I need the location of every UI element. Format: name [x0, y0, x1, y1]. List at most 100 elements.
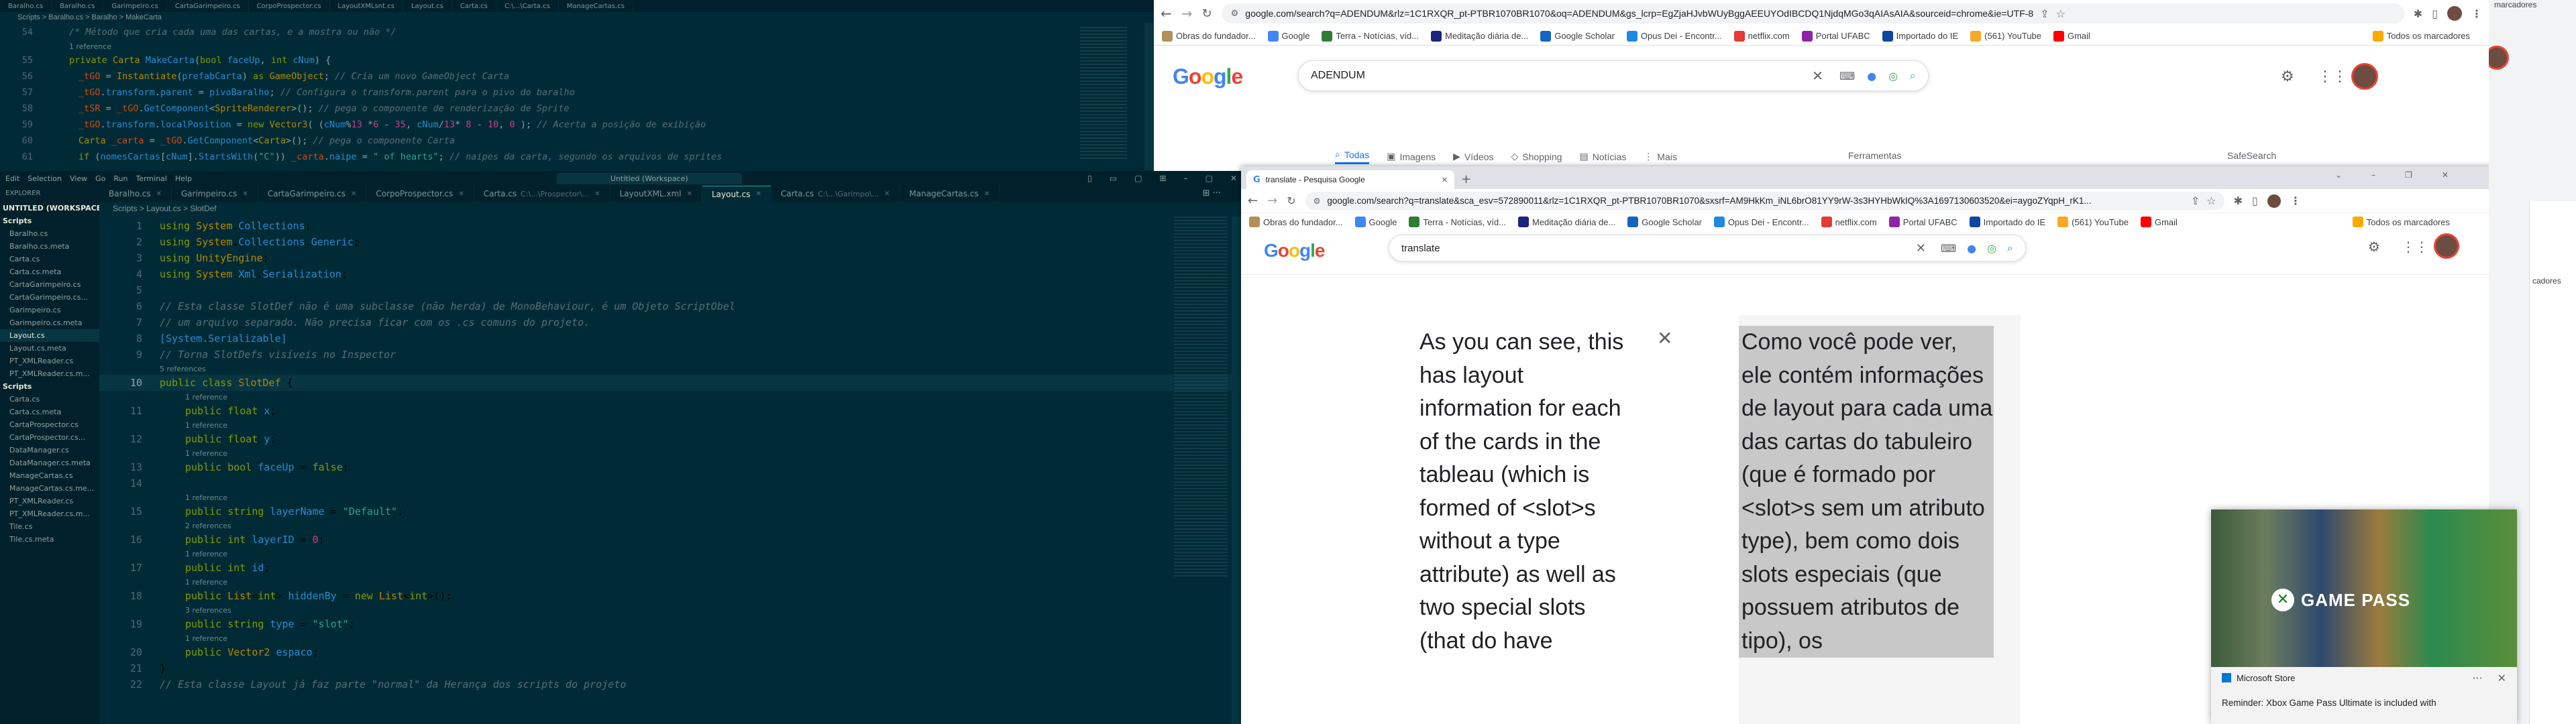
explorer-item[interactable]: Carta.cs.meta	[0, 406, 99, 418]
bookmark-item[interactable]: netflix.com	[1733, 30, 1790, 42]
bookmark-label[interactable]: Terra - Notícias, víd...	[1336, 31, 1419, 41]
settings-icon[interactable]: ⚙	[2368, 239, 2380, 255]
bookmark-label[interactable]: Gmail	[2155, 217, 2178, 227]
search-nav-4[interactable]: ▤ Notícias	[1579, 151, 1626, 162]
reference-text[interactable]: 1 reference	[160, 491, 227, 505]
explorer-item[interactable]: Scripts	[0, 215, 99, 227]
layout-icon[interactable]: ⊞	[1160, 174, 1167, 183]
bookmark-label[interactable]: Obras do fundador...	[1176, 31, 1256, 41]
search-icon[interactable]: ⌕	[2007, 241, 2013, 255]
tab-label[interactable]: LayoutXML.xml	[620, 189, 682, 198]
address-url[interactable]: google.com/search?q=translate&sca_esv=57…	[1327, 196, 2184, 206]
editor-tab[interactable]: Carta.cs C:\...\Prospector\... ✕	[474, 186, 610, 202]
star-icon[interactable]: ☆	[2206, 194, 2216, 207]
share-icon[interactable]: ⇪	[2191, 194, 2200, 207]
lens-icon[interactable]: ◎	[1888, 70, 1898, 82]
profile-avatar[interactable]	[2447, 6, 2462, 21]
bookmark-label[interactable]: Importado do IE	[1984, 217, 2046, 227]
site-info-icon[interactable]: ⚙	[1313, 196, 1321, 206]
search-nav-2[interactable]: ▶ Vídeos	[1453, 151, 1493, 162]
close-window-icon[interactable]: ✕	[2442, 170, 2449, 180]
all-bookmarks-label[interactable]: Todos os marcadores	[2387, 31, 2470, 41]
bookmark-item[interactable]: netflix.com	[1821, 217, 1877, 227]
codelens-reference[interactable]: 1 reference	[99, 391, 1241, 403]
clear-icon[interactable]: ✕	[1812, 68, 1823, 84]
editor-tab[interactable]: Baralho.cs	[52, 0, 104, 12]
reference-text[interactable]: 1 reference	[160, 447, 227, 461]
editor-tab[interactable]: CorpoProspector.cs	[249, 0, 330, 12]
keyboard-icon[interactable]: ⌨	[1839, 70, 1855, 82]
layout-icon[interactable]: ▢	[1134, 174, 1142, 183]
lens-icon[interactable]: ◎	[1987, 242, 1996, 255]
explorer-item[interactable]: Garimpeiro.cs.meta	[0, 316, 99, 329]
menu-icon[interactable]: ⋮	[2290, 194, 2301, 207]
explorer-item[interactable]: Layout.cs	[0, 329, 99, 342]
tab-label[interactable]: Garimpeiro.cs	[181, 189, 237, 198]
bookmark-item[interactable]: Importado do IE	[1882, 30, 1958, 42]
mic-icon[interactable]: ●	[1967, 242, 1976, 255]
editor-tab[interactable]: ManageCartas.cs	[559, 0, 633, 12]
reference-text[interactable]: 1 reference	[160, 391, 227, 404]
search-input[interactable]: translate	[1401, 243, 1916, 254]
nav-label[interactable]: Todas	[1344, 149, 1369, 160]
account-avatar[interactable]	[2351, 63, 2378, 90]
nav-label[interactable]: Shopping	[1522, 152, 1562, 162]
menu-item-run[interactable]: Run	[113, 174, 127, 183]
bookmark-item[interactable]: Gmail	[2140, 217, 2178, 227]
explorer-item[interactable]: PT_XMLReader.cs.m...	[0, 367, 99, 380]
bookmark-item[interactable]: Portal UFABC	[1801, 30, 1870, 42]
search-nav-3[interactable]: ◇ Shopping	[1511, 151, 1562, 162]
explorer-item[interactable]: Scripts	[0, 380, 99, 393]
menu-item-terminal[interactable]: Terminal	[136, 174, 167, 183]
vscode-code-area[interactable]: 1 using System.Collections; 2 using System.…	[99, 215, 1241, 692]
bookmark-item[interactable]: Obras do fundador...	[1249, 217, 1343, 227]
menu-item-help[interactable]: Help	[175, 174, 192, 183]
extensions-icon[interactable]: ✱	[2234, 194, 2243, 207]
notification-toast[interactable]: ✕ GAME PASS Microsoft Store ··· ✕ Remind…	[2211, 509, 2517, 724]
close-tab-icon[interactable]: ✕	[594, 190, 600, 198]
close-tab-icon[interactable]: ✕	[242, 190, 248, 198]
tab-search-icon[interactable]: ⌄	[2335, 170, 2342, 180]
bookmark-item[interactable]: Terra - Notícias, víd...	[1322, 30, 1419, 42]
nav-label[interactable]: Vídeos	[1464, 152, 1494, 162]
explorer-item[interactable]: PT_XMLReader.cs.m...	[0, 507, 99, 520]
bookmark-label[interactable]: Google	[1369, 217, 1397, 227]
share-icon[interactable]: ⇪	[2040, 7, 2049, 20]
close-tab-icon[interactable]: ✕	[984, 190, 989, 198]
bookmark-item[interactable]: Gmail	[2053, 30, 2090, 42]
layout-icon[interactable]: ▭	[1110, 174, 1117, 183]
profile-avatar[interactable]	[2267, 194, 2281, 208]
editor-tab[interactable]: Baralho.cs	[0, 0, 52, 12]
bookmark-label[interactable]: Opus Dei - Encontr...	[1641, 31, 1722, 41]
explorer-item[interactable]: Carta.cs	[0, 393, 99, 406]
account-avatar[interactable]	[2434, 233, 2459, 259]
explorer-item[interactable]: DataManager.cs	[0, 444, 99, 457]
bookmark-item[interactable]: Google	[1267, 30, 1310, 42]
explorer-item[interactable]: CartaProspector.cs...	[0, 431, 99, 444]
sidepanel-icon[interactable]: ▯	[2432, 7, 2438, 20]
bookmark-item[interactable]: Opus Dei - Encontr...	[1626, 30, 1722, 42]
menu-item-edit[interactable]: Edit	[5, 174, 19, 183]
account-avatar[interactable]	[2489, 46, 2509, 70]
restore-icon[interactable]: ❐	[2405, 170, 2412, 180]
explorer-item[interactable]: Layout.cs.meta	[0, 342, 99, 355]
split-editor-icon[interactable]: ⊞ ···	[1203, 188, 1221, 198]
bookmark-label[interactable]: Google Scholar	[1642, 217, 1702, 227]
search-nav-0[interactable]: ⌕ Todas	[1335, 149, 1370, 164]
bookmark-item[interactable]: Google Scholar	[1540, 30, 1615, 42]
menu-item-selection[interactable]: Selection	[28, 174, 62, 183]
editor-tab[interactable]: Garimpeiro.cs ✕	[172, 186, 258, 202]
reload-icon[interactable]: ↻	[1202, 7, 1212, 21]
close-tab-icon[interactable]: ✕	[755, 190, 761, 198]
search-icon[interactable]: ⌕	[1910, 69, 1916, 82]
tab-label[interactable]: Carta.cs	[781, 189, 814, 198]
tools-button[interactable]: Ferramentas	[1848, 150, 1901, 161]
search-box[interactable]: ADENDUM ✕ ⌨ ● ◎ ⌕	[1298, 60, 1929, 91]
codelens-reference[interactable]: 5 references	[99, 363, 1241, 375]
menu-item-go[interactable]: Go	[95, 174, 105, 183]
vscode-minimap[interactable]	[1174, 217, 1228, 579]
explorer-item[interactable]: Tile.cs	[0, 520, 99, 533]
bookmark-label[interactable]: Google	[1282, 31, 1310, 41]
layout-icon[interactable]: ▯	[1087, 174, 1092, 183]
close-tab-icon[interactable]: ✕	[884, 190, 890, 198]
